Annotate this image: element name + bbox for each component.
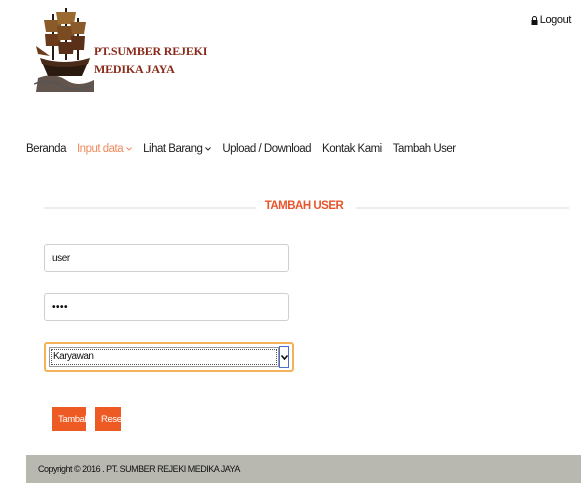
role-select[interactable]: Karyawan [44, 342, 294, 372]
brand-logo: PT.SUMBER REJEKI MEDIKA JAYA [34, 6, 214, 96]
reset-button[interactable]: Reset [95, 407, 124, 431]
nav-item-kontak-kami[interactable]: Kontak Kami [322, 143, 382, 155]
nav-item-input-data[interactable]: Input data [77, 143, 132, 155]
nav-item-label: Beranda [26, 143, 66, 155]
nav-item-tambah-user[interactable]: Tambah User [393, 143, 456, 155]
brand-name-line1: PT.SUMBER REJEKI [94, 44, 208, 58]
footer: Copyright © 2016 . PT. SUMBER REJEKI MED… [26, 455, 581, 483]
nav-item-label: Input data [76, 143, 124, 155]
nav-item-beranda[interactable]: Beranda [26, 143, 66, 155]
lock-icon [531, 15, 538, 25]
copyright-text: Copyright © 2016 . PT. SUMBER REJEKI MED… [38, 464, 240, 474]
section-header: TAMBAH USER [44, 198, 569, 216]
divider-right [356, 207, 569, 209]
brand-name-line2: MEDIKA JAYA [94, 62, 175, 76]
username-input[interactable] [44, 244, 289, 272]
logout-label: Logout [539, 14, 572, 26]
nav-item-upload-download[interactable]: Upload / Download [222, 143, 311, 155]
divider-left [44, 207, 256, 209]
main-nav: Beranda Input data Lihat Barang Upload /… [26, 143, 467, 155]
nav-item-lihat-barang[interactable]: Lihat Barang [143, 143, 212, 155]
nav-item-label: Kontak Kami [322, 143, 382, 155]
password-input[interactable] [44, 293, 289, 321]
ship-icon [34, 8, 94, 92]
dropdown-button[interactable] [279, 346, 289, 368]
chevron-down-icon [280, 354, 288, 360]
chevron-down-icon [126, 147, 132, 151]
submit-button[interactable]: Tambah [52, 407, 90, 431]
nav-item-label: Upload / Download [222, 143, 312, 155]
logout-link[interactable]: Logout [531, 14, 571, 26]
nav-item-label: Tambah User [392, 143, 456, 155]
nav-item-label: Lihat Barang [143, 143, 203, 155]
page-title: TAMBAH USER [264, 200, 344, 212]
chevron-down-icon [205, 147, 212, 151]
focus-ring [51, 349, 277, 365]
